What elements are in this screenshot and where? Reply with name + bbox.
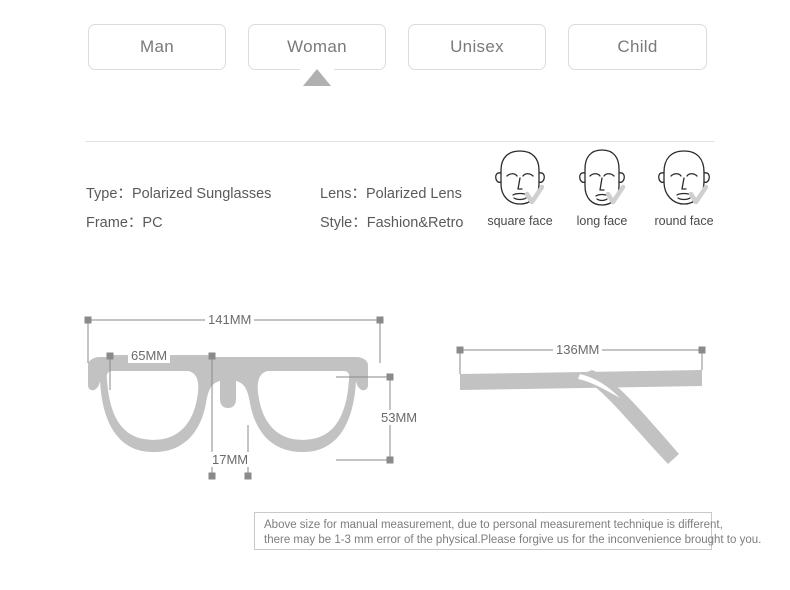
spec-lens-value: Polarized Lens <box>365 186 462 202</box>
spec-lens-key: Lens： <box>320 186 366 202</box>
long-face-icon <box>562 146 642 212</box>
round-face-icon <box>644 146 724 212</box>
tab-child-label: Child <box>617 37 658 56</box>
spec-style-key: Style： <box>320 215 367 231</box>
glasses-front-shape <box>88 357 368 453</box>
face-shape-square: square face <box>480 146 560 228</box>
disclaimer-line-2: there may be 1-3 mm error of the physica… <box>264 534 762 546</box>
face-shape-round: round face <box>644 146 724 228</box>
spec-row: Type： Polarized Sunglasses Lens： Polariz… <box>86 178 486 207</box>
face-shape-round-label: round face <box>654 214 714 228</box>
dimension-lens-height-label: 53MM <box>378 410 421 425</box>
spec-list: Type： Polarized Sunglasses Lens： Polariz… <box>86 178 486 236</box>
temple-arm-shape <box>460 370 702 464</box>
tab-man[interactable]: Man <box>88 24 226 70</box>
check-icon <box>605 184 626 205</box>
dimension-bridge-width-label: 17MM <box>209 452 252 467</box>
spec-style-value: Fashion&Retro <box>366 215 464 231</box>
front-view-diagram: 141MM 65MM 17MM 53MM <box>78 305 428 500</box>
spec-style: Style： Fashion&Retro <box>320 211 463 232</box>
side-view-diagram: 136MM <box>440 332 730 482</box>
spec-type-key: Type： <box>86 186 132 202</box>
tab-unisex[interactable]: Unisex <box>408 24 546 70</box>
gender-tab-bar: Man Woman Unisex Child <box>0 24 790 72</box>
tab-man-label: Man <box>140 37 174 56</box>
tab-child[interactable]: Child <box>568 24 707 70</box>
spec-lens: Lens： Polarized Lens <box>320 182 462 203</box>
dimension-lens-width-label: 65MM <box>128 348 171 363</box>
spec-frame-value: PC <box>142 215 163 231</box>
face-shape-long: long face <box>562 146 642 228</box>
spec-type: Type： Polarized Sunglasses <box>86 182 320 203</box>
square-face-icon <box>480 146 560 212</box>
check-icon <box>524 184 545 205</box>
spec-row: Frame： PC Style： Fashion&Retro <box>86 207 486 236</box>
spec-type-value: Polarized Sunglasses <box>131 186 272 202</box>
tab-woman-label: Woman <box>287 37 347 56</box>
face-shape-square-label: square face <box>487 214 553 228</box>
measurement-disclaimer: Above size for manual measurement, due t… <box>254 512 762 550</box>
spec-frame: Frame： PC <box>86 211 320 232</box>
tab-unisex-label: Unisex <box>450 37 504 56</box>
dimension-temple-length-label: 136MM <box>553 342 603 357</box>
disclaimer-line-1: Above size for manual measurement, due t… <box>264 519 723 531</box>
product-size-panel: Man Woman Unisex Child Type： Polarized S… <box>0 0 790 590</box>
selected-tab-caret-icon <box>303 69 331 86</box>
section-divider <box>85 141 715 142</box>
face-shape-list: square face long face round face <box>480 146 720 238</box>
check-icon <box>688 184 709 205</box>
dimension-total-width-label: 141MM <box>205 312 255 327</box>
tab-woman[interactable]: Woman <box>248 24 386 70</box>
face-shape-long-label: long face <box>576 214 628 228</box>
spec-frame-key: Frame： <box>86 215 143 231</box>
